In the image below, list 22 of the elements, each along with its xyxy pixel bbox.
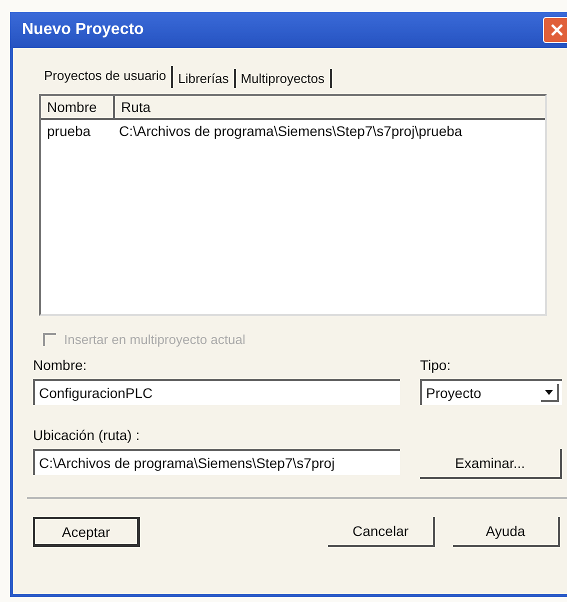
close-icon: [551, 24, 563, 36]
table-cell-text: prueba: [46, 122, 92, 141]
type-dropdown[interactable]: Proyecto: [420, 379, 562, 405]
column-header[interactable]: Nombre: [41, 96, 115, 118]
location-label: Ubicación (ruta) :: [33, 427, 141, 443]
ok-button[interactable]: Aceptar: [33, 517, 140, 547]
browse-button[interactable]: Examinar...: [420, 449, 562, 479]
table-cell-text: C:\Archivos de programa\Siemens\Step7\s7proj\prueba: [118, 122, 464, 141]
cancel-button[interactable]: Cancelar: [328, 517, 435, 547]
name-field[interactable]: ConfiguracionPLC: [33, 379, 400, 405]
checkbox-label: Insertar en multiproyecto actual: [64, 332, 246, 347]
window-title: Nuevo Proyecto: [22, 21, 144, 39]
tab[interactable]: Librerías: [173, 69, 236, 88]
name-label: Nombre:: [33, 357, 88, 373]
location-field[interactable]: C:\Archivos de programa\Siemens\Step7\s7proj: [33, 449, 400, 475]
tab[interactable]: Multiproyectos: [236, 69, 332, 88]
type-label: Tipo:: [420, 357, 452, 373]
help-button[interactable]: Ayuda: [453, 517, 560, 547]
tab[interactable]: Proyectos de usuario: [39, 66, 174, 88]
dropdown-arrow-icon: [541, 384, 559, 402]
close-button[interactable]: [543, 17, 567, 43]
column-header[interactable]: Ruta: [115, 96, 545, 118]
